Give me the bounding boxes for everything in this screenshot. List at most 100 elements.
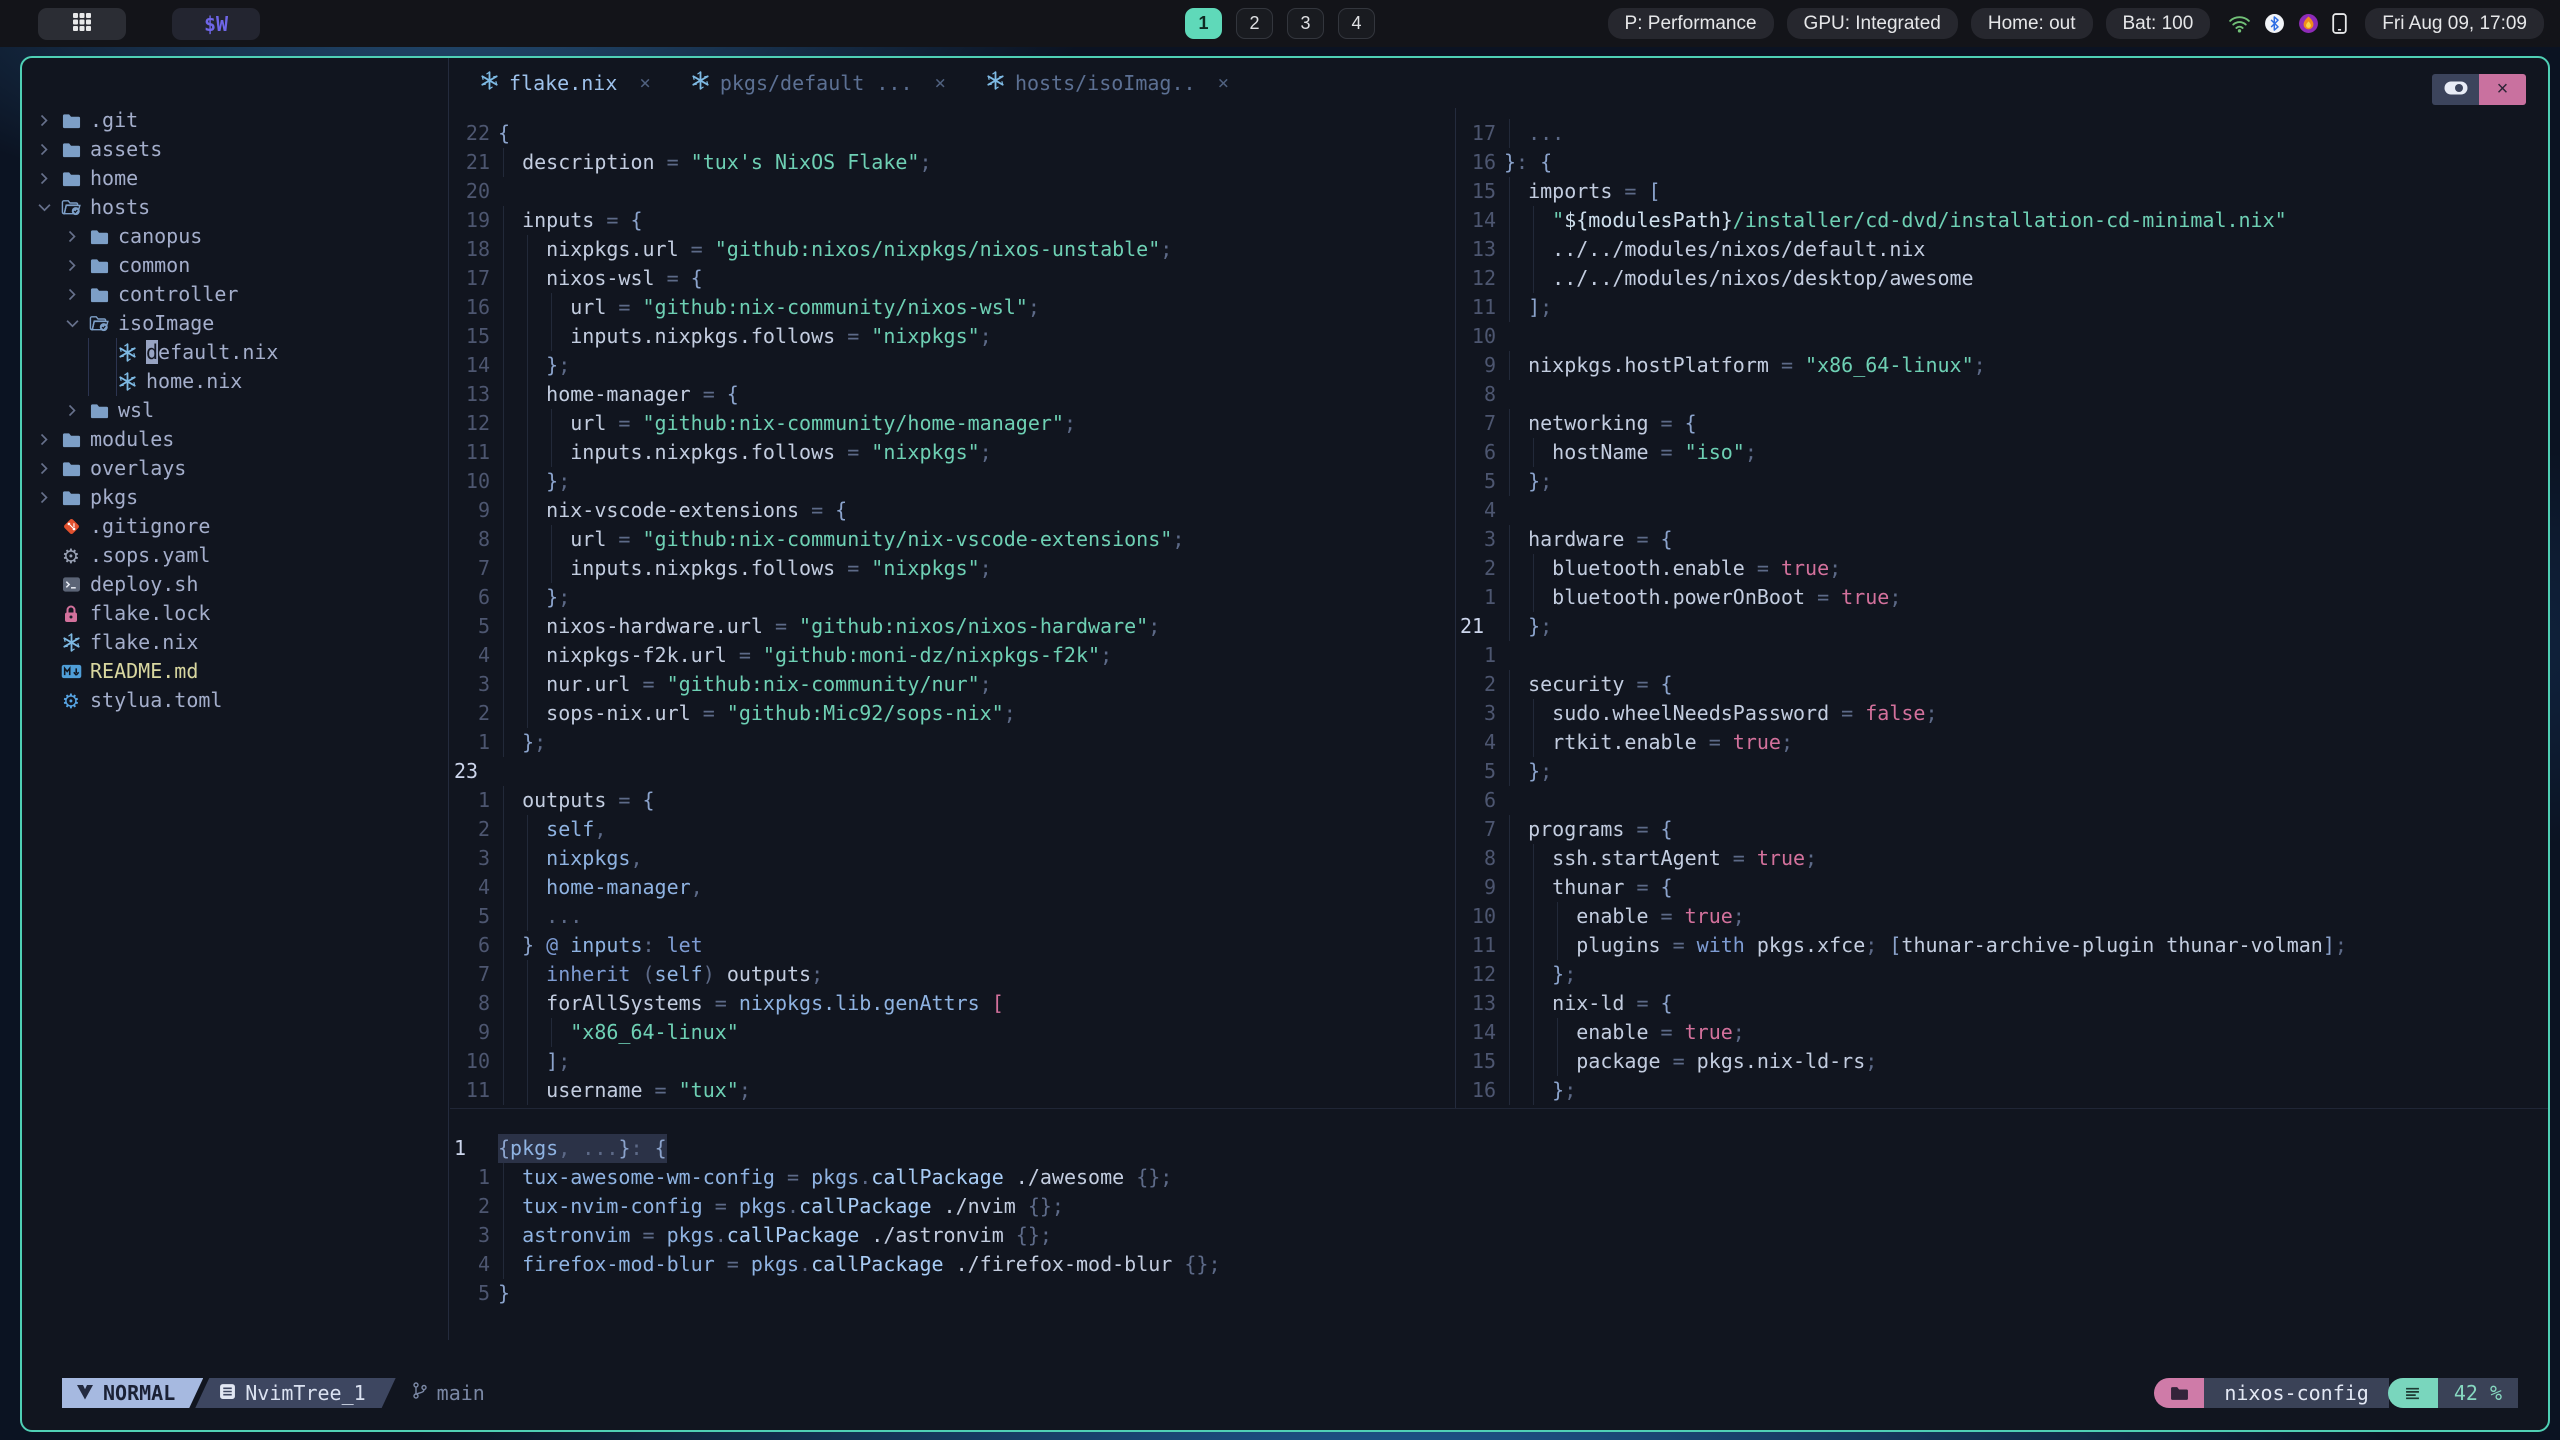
code-line[interactable]: 9 "x86_64-linux" [450,1018,1455,1047]
code-line[interactable]: 10 [1456,322,2548,351]
code-line[interactable]: 8 ssh.startAgent = true; [1456,844,2548,873]
editor-pane-iso-default-nix[interactable]: 17 ... 16}: {15 imports = [14 "${modulesP… [1456,108,2548,1108]
code-line[interactable]: 18 nixpkgs.url = "github:nixos/nixpkgs/n… [450,235,1455,264]
tree-item-stylua-toml[interactable]: ⚙ stylua.toml [22,686,448,715]
chevron-right-icon[interactable] [64,404,80,417]
tree-item-isoImage[interactable]: isoImage [22,309,448,338]
code-line[interactable]: 8 forAllSystems = nixpkgs.lib.genAttrs [ [450,989,1455,1018]
tree-item-assets[interactable]: assets [22,135,448,164]
code-line[interactable]: 11 ]; [1456,293,2548,322]
code-line[interactable]: 1 }; [450,728,1455,757]
clock[interactable]: Fri Aug 09, 17:09 [2365,8,2544,39]
code-line[interactable]: 6 }; [450,583,1455,612]
code-line[interactable]: 13 home-manager = { [450,380,1455,409]
code-line[interactable]: 9 nix-vscode-extensions = { [450,496,1455,525]
tab-flake-nix[interactable]: flake.nix × [480,71,651,95]
status-badge-gpu[interactable]: GPU: Integrated [1786,8,1958,39]
code-line[interactable]: 5} [450,1279,2548,1308]
status-badge-bat[interactable]: Bat: 100 [2105,8,2211,39]
workspace-1[interactable]: 1 [1185,8,1222,39]
code-line[interactable]: 17 ... [1456,119,2548,148]
code-line[interactable]: 2 security = { [1456,670,2548,699]
code-line[interactable]: 6 [1456,786,2548,815]
code-line[interactable]: 11 inputs.nixpkgs.follows = "nixpkgs"; [450,438,1455,467]
code-line[interactable]: 10 ]; [450,1047,1455,1076]
tab-hosts-isoImag-[interactable]: hosts/isoImag.. × [986,71,1229,95]
code-line[interactable]: 16 url = "github:nix-community/nixos-wsl… [450,293,1455,322]
bluetooth-icon[interactable] [2264,13,2285,34]
tree-item-modules[interactable]: modules [22,425,448,454]
chevron-right-icon[interactable] [36,462,52,475]
tree-item-wsl[interactable]: wsl [22,396,448,425]
code-line[interactable]: 3 nixpkgs, [450,844,1455,873]
chevron-right-icon[interactable] [36,114,52,127]
code-line[interactable]: 7 programs = { [1456,815,2548,844]
chevron-right-icon[interactable] [64,288,80,301]
code-line[interactable]: 1 [1456,641,2548,670]
code-line[interactable]: 4 firefox-mod-blur = pkgs.callPackage ./… [450,1250,2548,1279]
tree-item-common[interactable]: common [22,251,448,280]
code-line[interactable]: 10 enable = true; [1456,902,2548,931]
code-line[interactable]: 5 nixos-hardware.url = "github:nixos/nix… [450,612,1455,641]
code-line[interactable]: 10 }; [450,467,1455,496]
chevron-down-icon[interactable] [64,319,80,328]
code-line[interactable]: 2 tux-nvim-config = pkgs.callPackage ./n… [450,1192,2548,1221]
tab-close-icon[interactable]: × [1218,72,1229,94]
chevron-right-icon[interactable] [36,491,52,504]
phone-icon[interactable] [2332,13,2347,34]
code-line[interactable]: 17 nixos-wsl = { [450,264,1455,293]
workspace-4[interactable]: 4 [1338,8,1375,39]
code-line[interactable]: 6 } @ inputs: let [450,931,1455,960]
code-line[interactable]: 7 inherit (self) outputs; [450,960,1455,989]
code-line[interactable]: 12 ../../modules/nixos/desktop/awesome [1456,264,2548,293]
code-line[interactable]: 1 bluetooth.powerOnBoot = true; [1456,583,2548,612]
code-line[interactable]: 15 inputs.nixpkgs.follows = "nixpkgs"; [450,322,1455,351]
code-line[interactable]: 21 }; [1456,612,2548,641]
code-line[interactable]: 13 nix-ld = { [1456,989,2548,1018]
code-line[interactable]: 2 bluetooth.enable = true; [1456,554,2548,583]
buffer-indicator[interactable]: NvimTree_1 [195,1378,395,1408]
code-line[interactable]: 6 hostName = "iso"; [1456,438,2548,467]
chevron-right-icon[interactable] [36,433,52,446]
code-line[interactable]: 14 enable = true; [1456,1018,2548,1047]
editor-pane-flake-nix[interactable]: 22{21 description = "tux's NixOS Flake";… [450,108,1456,1108]
code-line[interactable]: 15 imports = [ [1456,177,2548,206]
tree-item-controller[interactable]: controller [22,280,448,309]
tab-close-icon[interactable]: × [639,72,650,94]
code-line[interactable]: 1 tux-awesome-wm-config = pkgs.callPacka… [450,1163,2548,1192]
network-icon[interactable] [2228,14,2251,33]
code-line[interactable]: 22 { [450,119,1455,148]
close-window-button[interactable]: × [2479,74,2526,105]
code-line[interactable]: 4 home-manager, [450,873,1455,902]
code-line[interactable]: 2 sops-nix.url = "github:Mic92/sops-nix"… [450,699,1455,728]
code-line[interactable]: 19 inputs = { [450,206,1455,235]
code-line[interactable]: 20 [450,177,1455,206]
code-line[interactable]: 14 "${modulesPath}/installer/cd-dvd/inst… [1456,206,2548,235]
code-line[interactable]: 3 hardware = { [1456,525,2548,554]
code-line[interactable]: 5 }; [1456,467,2548,496]
tree-item-hosts[interactable]: hosts [22,193,448,222]
tree-item-pkgs[interactable]: pkgs [22,483,448,512]
code-line[interactable]: 7 inputs.nixpkgs.follows = "nixpkgs"; [450,554,1455,583]
code-line[interactable]: 4 [1456,496,2548,525]
code-line[interactable]: 5 ... [450,902,1455,931]
tree-item-deploy-sh[interactable]: deploy.sh [22,570,448,599]
status-badge-p[interactable]: P: Performance [1607,8,1774,39]
code-line[interactable]: 2 self, [450,815,1455,844]
tree-item-README-md[interactable]: README.md [22,657,448,686]
code-line[interactable]: 14 }; [450,351,1455,380]
code-line[interactable]: 7 networking = { [1456,409,2548,438]
code-line[interactable]: 16 }; [1456,1076,2548,1105]
code-line[interactable]: 13 ../../modules/nixos/default.nix [1456,235,2548,264]
tree-item--gitignore[interactable]: .gitignore [22,512,448,541]
chevron-right-icon[interactable] [64,230,80,243]
toggle-button[interactable] [2432,74,2479,105]
code-line[interactable]: 21 description = "tux's NixOS Flake"; [450,148,1455,177]
tree-item--sops-yaml[interactable]: ⚙ .sops.yaml [22,541,448,570]
git-branch[interactable]: main [412,1378,485,1408]
code-line[interactable]: 9 thunar = { [1456,873,2548,902]
code-line[interactable]: 23 [450,757,1455,786]
code-line[interactable]: 12 url = "github:nix-community/home-mana… [450,409,1455,438]
code-line[interactable]: 3 sudo.wheelNeedsPassword = false; [1456,699,2548,728]
code-line[interactable]: 1 {pkgs, ...}: { [450,1134,2548,1163]
